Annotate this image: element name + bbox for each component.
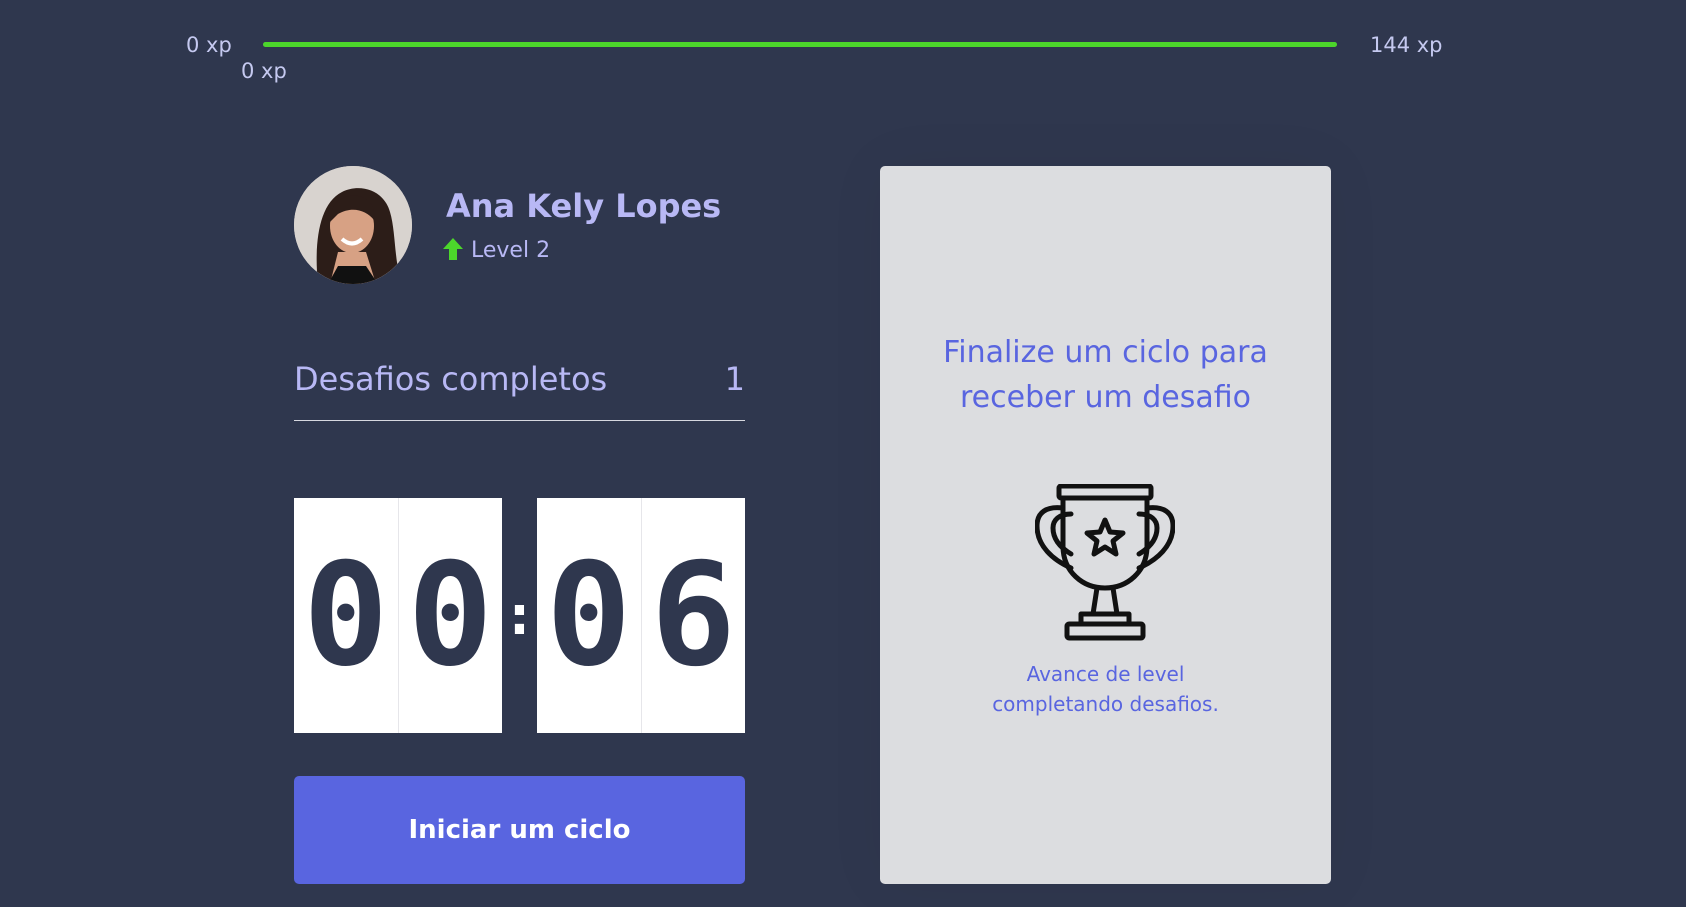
seconds-ones-digit: 6	[640, 498, 746, 733]
countdown-seconds: 0 6	[537, 498, 745, 733]
challenge-box: Finalize um ciclo para receber um desafi…	[880, 166, 1331, 884]
countdown-timer: 0 0 : 0 6	[294, 498, 745, 733]
challenge-hint-line-2: completando desafios.	[992, 692, 1219, 716]
moveit-dashboard: 0 xp 0 xp 144 xp Ana Kely Lopes Level 2 …	[0, 0, 1686, 907]
minutes-ones-digit: 0	[397, 498, 503, 733]
challenge-title-line-2: receber um desafio	[960, 380, 1251, 415]
challenge-hint-line-1: Avance de level	[1026, 662, 1185, 686]
challenge-box-title: Finalize um ciclo para receber um desafi…	[880, 330, 1331, 420]
completed-challenges-count: 1	[724, 360, 745, 398]
xp-current-label: 0 xp	[241, 59, 287, 83]
level-up-arrow-icon	[443, 238, 463, 264]
countdown-minutes: 0 0	[294, 498, 502, 733]
countdown-separator: :	[502, 583, 537, 648]
avatar	[294, 166, 412, 284]
challenge-title-line-1: Finalize um ciclo para	[943, 335, 1268, 370]
xp-start-label: 0 xp	[186, 33, 232, 57]
trophy-icon	[1035, 484, 1175, 641]
challenge-box-hint: Avance de level completando desafios.	[880, 659, 1331, 719]
experience-bar	[263, 42, 1337, 47]
level-row: Level 2	[443, 236, 550, 266]
start-cycle-button[interactable]: Iniciar um ciclo	[294, 776, 745, 884]
seconds-tens-digit: 0	[546, 533, 632, 698]
minutes-tens-digit: 0	[303, 533, 389, 698]
experience-bar-fill	[263, 42, 1337, 47]
profile-name: Ana Kely Lopes	[446, 187, 722, 225]
level-label: Level 2	[471, 238, 551, 263]
xp-end-label: 144 xp	[1370, 33, 1443, 57]
completed-challenges-label: Desafios completos	[294, 360, 608, 398]
completed-challenges: Desafios completos 1	[294, 355, 745, 421]
